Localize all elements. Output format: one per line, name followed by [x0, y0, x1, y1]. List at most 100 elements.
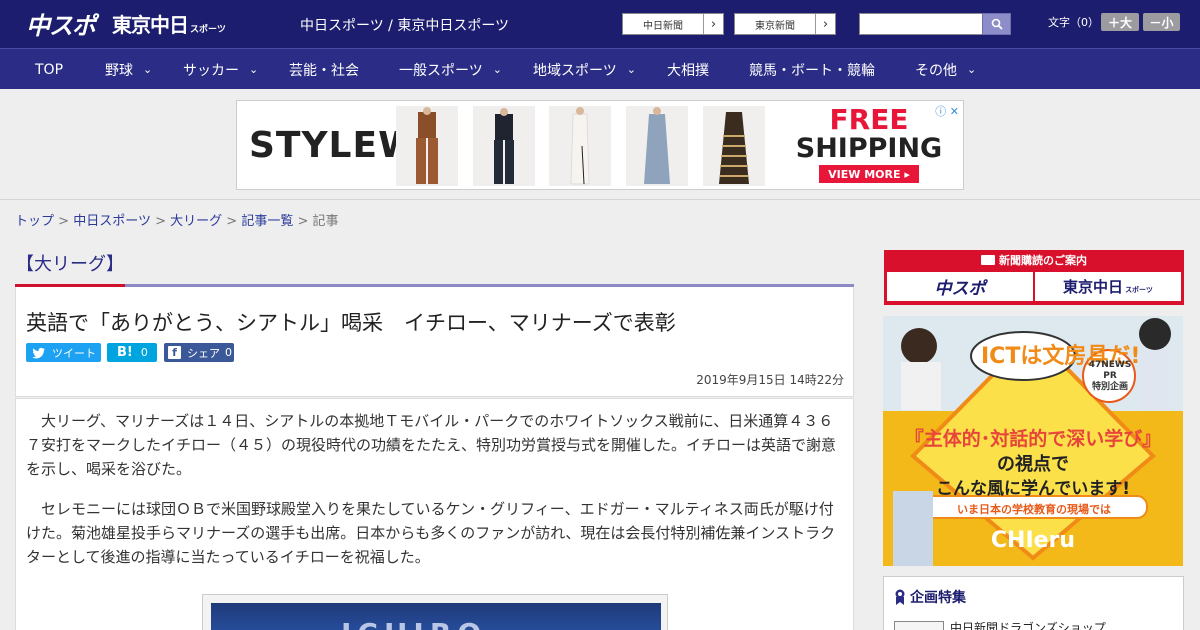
- chevron-right-icon: ›: [815, 14, 835, 34]
- search-icon: [991, 18, 1003, 30]
- special-feature-header: 企画特集: [894, 587, 966, 607]
- nav-item-label: サッカー: [183, 62, 239, 79]
- subscribe-chuspo-button[interactable]: 中スポ: [887, 272, 1033, 301]
- nav-item-label: TOP: [35, 61, 64, 78]
- special-feature-thumbnail[interactable]: [894, 621, 944, 630]
- breadcrumb-separator: >: [297, 214, 309, 229]
- tweet-label: ツイート: [52, 346, 96, 360]
- facebook-icon: f: [168, 346, 181, 359]
- subscription-title-text: 新聞購読のご案内: [999, 254, 1087, 267]
- special-feature-box: 企画特集 中日新聞ドラゴンズショップ: [883, 576, 1184, 630]
- nav-item-entertainment[interactable]: 芸能・社会: [289, 49, 359, 90]
- chieru-logo: CHIeru: [990, 528, 1076, 553]
- hatena-bookmark-button[interactable]: B! 0: [107, 343, 157, 362]
- special-feature-item[interactable]: 中日新聞ドラゴンズショップ: [950, 619, 1106, 630]
- breadcrumb-separator: >: [155, 214, 166, 229]
- ad-dress-image: [703, 106, 765, 186]
- chuspo-logo[interactable]: 中スポ: [26, 8, 96, 40]
- adchoices-icon[interactable]: ⓘ ✕: [935, 103, 959, 119]
- tokyo-chunichi-logo-text: 東京中日: [112, 12, 189, 37]
- tokyo-chunichi-logo-sub: スポーツ: [190, 24, 226, 35]
- search-button[interactable]: [982, 13, 1011, 35]
- tokyo-shimbun-label: 東京新聞: [755, 20, 795, 32]
- ict-ad-corner-2: PR: [1103, 371, 1117, 381]
- nav-item-racing[interactable]: 競馬・ボート・競輪: [749, 49, 875, 90]
- nav-item-sumo[interactable]: 大相撲: [667, 49, 709, 90]
- subscription-title: 新聞購読のご案内: [884, 252, 1184, 268]
- nav-item-soccer[interactable]: サッカー ⌄: [183, 49, 258, 90]
- ad-dress-image: [549, 106, 611, 186]
- subscription-box: 新聞購読のご案内 中スポ 東京中日 スポーツ: [884, 250, 1184, 305]
- hatena-icon: B!: [117, 345, 133, 360]
- article-headline: 英語で「ありがとう、シアトル」喝采 イチロー、マリナーズで表彰: [26, 311, 676, 335]
- ict-ad-corner-1: 47NEWS: [1088, 360, 1132, 370]
- nav-item-label: 競馬・ボート・競輪: [749, 62, 875, 79]
- stylewe-ad-banner[interactable]: STYLEWE FREE SHIPPING VIEW MORE ▸ ⓘ ✕: [236, 100, 964, 190]
- search-input[interactable]: [859, 13, 983, 35]
- tokyo-shimbun-link[interactable]: 東京新聞 ›: [734, 13, 836, 35]
- ad-shipping-text: SHIPPING: [795, 133, 943, 164]
- chevron-down-icon: ⌄: [249, 63, 259, 76]
- ict-ad-line-1: 『主体的･対話的で深い学び』: [904, 428, 1162, 450]
- breadcrumb: トップ > 中日スポーツ > 大リーグ > 記事一覧 > 記事: [15, 210, 339, 229]
- chevron-down-icon: ⌄: [492, 63, 502, 76]
- special-feature-title: 企画特集: [910, 590, 966, 606]
- nav-item-general-sports[interactable]: 一般スポーツ ⌄: [399, 49, 502, 90]
- font-larger-button[interactable]: ＋大: [1101, 13, 1139, 31]
- article-paragraph: 大リーグ、マリナーズは１４日、シアトルの本拠地Ｔモバイル・パークでのホワイトソッ…: [26, 412, 837, 478]
- subscribe-tokyo-chunichi-label: 東京中日: [1063, 278, 1124, 296]
- nav-item-regional-sports[interactable]: 地域スポーツ ⌄: [533, 49, 636, 90]
- ict-ad-line-2: の視点で: [997, 454, 1069, 475]
- article-photo-text: ICHIRO: [341, 617, 487, 630]
- ict-ad-corner-label: 47NEWS PR 特別企画: [1088, 360, 1132, 393]
- facebook-share-button[interactable]: f シェア 0: [164, 343, 234, 362]
- ict-ad-ribbon: いま日本の学校教育の現場では: [957, 503, 1111, 516]
- ad-dress-image: [473, 106, 535, 186]
- chevron-down-icon: ⌄: [967, 63, 977, 76]
- nav-item-label: 大相撲: [667, 62, 709, 79]
- site-header: 中スポ 東京中日 スポーツ 中日スポーツ / 東京中日スポーツ 中日新聞 › 東京…: [0, 0, 1200, 48]
- breadcrumb-link[interactable]: 中日スポーツ: [73, 214, 151, 229]
- nav-item-label: 野球: [105, 62, 133, 79]
- nav-item-baseball[interactable]: 野球 ⌄: [105, 49, 152, 90]
- ad-free-text: FREE: [829, 103, 909, 136]
- article-date: 2019年9月15日 14時22分: [696, 373, 844, 387]
- nav-item-label: 地域スポーツ: [533, 62, 617, 79]
- site-tagline: 中日スポーツ / 東京中日スポーツ: [300, 18, 510, 34]
- article-photo-frame: ICHIRO: [202, 594, 668, 630]
- breadcrumb-link[interactable]: 記事一覧: [241, 214, 293, 229]
- ad-area: STYLEWE FREE SHIPPING VIEW MORE ▸ ⓘ ✕: [0, 89, 1200, 200]
- ict-ad-banner[interactable]: ICTは文房具だ! 47NEWS PR 特別企画 『主体的･対話的で深い学び』 …: [883, 316, 1183, 566]
- nav-item-label: その他: [915, 62, 957, 79]
- hatena-count: 0: [140, 346, 148, 359]
- chevron-right-icon: ›: [703, 14, 723, 34]
- tweet-button[interactable]: ツイート: [26, 343, 101, 362]
- chunichi-shimbun-label: 中日新聞: [643, 20, 683, 32]
- ad-view-more-button[interactable]: VIEW MORE ▸: [819, 165, 919, 183]
- twitter-icon: [32, 347, 45, 358]
- chevron-down-icon: ⌄: [143, 63, 153, 76]
- newspaper-icon: [981, 255, 995, 265]
- breadcrumb-separator: >: [58, 214, 70, 229]
- chevron-down-icon: ⌄: [626, 63, 636, 76]
- breadcrumb-link[interactable]: 大リーグ: [170, 214, 222, 229]
- nav-item-label: 芸能・社会: [289, 62, 359, 79]
- ad-dress-image: [626, 106, 688, 186]
- ribbon-icon: [895, 589, 905, 605]
- article-photo[interactable]: ICHIRO: [211, 603, 661, 630]
- subscribe-tokyo-chunichi-button[interactable]: 東京中日 スポーツ: [1035, 272, 1181, 301]
- subscribe-tokyo-chunichi-sub: スポーツ: [1125, 285, 1153, 294]
- nav-item-top[interactable]: TOP: [35, 49, 63, 90]
- font-size-label: 文字（0）: [1048, 16, 1099, 29]
- nav-item-label: 一般スポーツ: [399, 62, 483, 79]
- breadcrumb-link[interactable]: トップ: [15, 214, 54, 229]
- nav-item-other[interactable]: その他 ⌄: [915, 49, 976, 90]
- article-paragraph: セレモニーには球団ＯＢで米国野球殿堂入りを果たしているケン・グリフィー、エドガー…: [26, 500, 836, 566]
- category-title: 【大リーグ】: [16, 254, 124, 275]
- main-nav: TOP 野球 ⌄ サッカー ⌄ 芸能・社会 一般スポーツ ⌄ 地域スポーツ ⌄ …: [0, 48, 1200, 89]
- ict-ad-corner-3: 特別企画: [1091, 382, 1128, 392]
- tokyo-chunichi-logo[interactable]: 東京中日 スポーツ: [112, 8, 226, 38]
- chunichi-shimbun-link[interactable]: 中日新聞 ›: [622, 13, 724, 35]
- breadcrumb-separator: >: [226, 214, 238, 229]
- font-smaller-button[interactable]: －小: [1143, 13, 1180, 31]
